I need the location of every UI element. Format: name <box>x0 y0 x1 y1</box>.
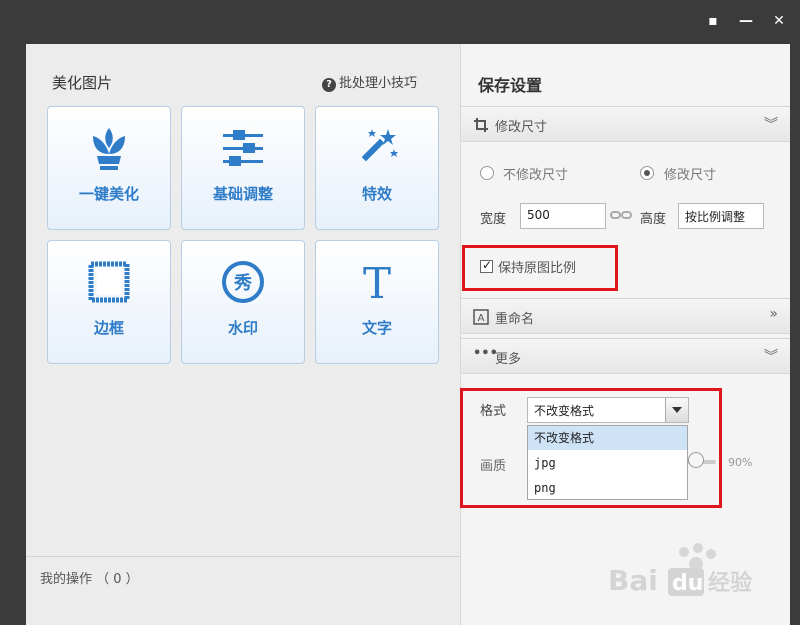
magic-wand-icon <box>316 123 438 173</box>
section-label: 修改尺寸 <box>495 120 548 135</box>
tile-label: 边框 <box>93 319 124 337</box>
quality-value: 90% <box>728 456 753 469</box>
dropdown-arrow-button[interactable] <box>665 398 688 422</box>
format-option[interactable]: png <box>528 476 687 500</box>
tulip-icon <box>48 123 170 173</box>
panel-title: 美化图片 <box>52 74 113 92</box>
title-bar <box>0 0 800 44</box>
height-label: 高度 <box>640 212 667 227</box>
more-dots-icon: ••• <box>473 346 498 361</box>
chevron-right-icon: » <box>769 306 778 322</box>
svg-text:秀: 秀 <box>233 273 252 294</box>
width-label: 宽度 <box>480 212 507 227</box>
rename-icon: A <box>473 309 489 325</box>
crop-icon <box>473 117 489 133</box>
quality-label: 画质 <box>480 459 507 474</box>
window-frame-left <box>0 44 26 625</box>
tile-label: 文字 <box>361 319 392 337</box>
sliders-icon <box>182 123 304 173</box>
baidu-watermark: Bai du 经验 <box>606 542 776 612</box>
chevron-down-icon: ︾ <box>764 117 778 133</box>
close-button[interactable]: ✕ <box>766 10 792 32</box>
keep-ratio-checkbox[interactable] <box>480 258 493 273</box>
minimize-button[interactable]: — <box>733 10 759 32</box>
svg-text:T: T <box>363 260 391 304</box>
radio-no-resize[interactable] <box>480 166 494 180</box>
svg-text:经验: 经验 <box>708 570 752 596</box>
format-label: 格式 <box>480 404 507 419</box>
my-operations-label[interactable]: 我的操作 （ 0 ） <box>40 568 139 587</box>
format-option[interactable]: jpg <box>528 451 687 475</box>
width-input[interactable]: 500 <box>520 203 606 229</box>
section-resize-header[interactable]: 修改尺寸 ︾ <box>461 106 790 142</box>
svg-text:Bai: Bai <box>608 564 658 597</box>
batch-tips-link[interactable]: ? 批处理小技巧 <box>322 72 417 92</box>
radio-resize[interactable] <box>640 166 654 180</box>
section-rename-header[interactable]: A 重命名 » <box>461 298 790 334</box>
tile-one-click-beautify[interactable]: 一键美化 <box>47 106 171 230</box>
chat-icon[interactable]: ▪ <box>700 10 726 32</box>
radio-no-resize-label: 不修改尺寸 <box>503 168 569 183</box>
section-label: 重命名 <box>495 312 535 327</box>
format-selected-value: 不改变格式 <box>534 404 595 418</box>
keep-ratio-label: 保持原图比例 <box>498 261 577 276</box>
text-T-icon: T <box>316 257 438 307</box>
quality-slider-thumb[interactable] <box>688 452 704 468</box>
height-input[interactable]: 按比例调整 <box>678 203 764 229</box>
tile-label: 特效 <box>361 185 392 203</box>
tile-label: 一键美化 <box>78 185 139 203</box>
section-more-header[interactable]: ••• 更多 ︾ <box>461 338 790 374</box>
watermark-stamp-icon: 秀 <box>182 257 304 307</box>
section-label: 更多 <box>495 352 522 367</box>
format-option[interactable]: 不改变格式 <box>528 426 687 450</box>
svg-text:A: A <box>478 313 485 324</box>
window-frame-right <box>790 44 800 625</box>
svg-text:du: du <box>672 571 703 596</box>
save-settings-title: 保存设置 <box>478 76 543 95</box>
tile-label: 基础调整 <box>212 185 273 203</box>
tile-watermark[interactable]: 秀 水印 <box>181 240 305 364</box>
help-icon: ? <box>322 78 336 92</box>
tile-basic-adjust[interactable]: 基础调整 <box>181 106 305 230</box>
chevron-down-icon <box>672 407 682 413</box>
batch-tips-label: 批处理小技巧 <box>339 76 418 91</box>
chevron-down-icon: ︾ <box>764 349 778 365</box>
tile-label: 水印 <box>227 319 258 337</box>
radio-resize-label: 修改尺寸 <box>664 168 717 183</box>
divider <box>26 556 460 557</box>
format-dropdown-list: 不改变格式 jpg png <box>527 425 688 500</box>
tile-border[interactable]: 边框 <box>47 240 171 364</box>
link-chain-icon[interactable] <box>610 208 632 222</box>
tile-effects[interactable]: 特效 <box>315 106 439 230</box>
tile-text[interactable]: T 文字 <box>315 240 439 364</box>
frame-icon <box>48 257 170 307</box>
